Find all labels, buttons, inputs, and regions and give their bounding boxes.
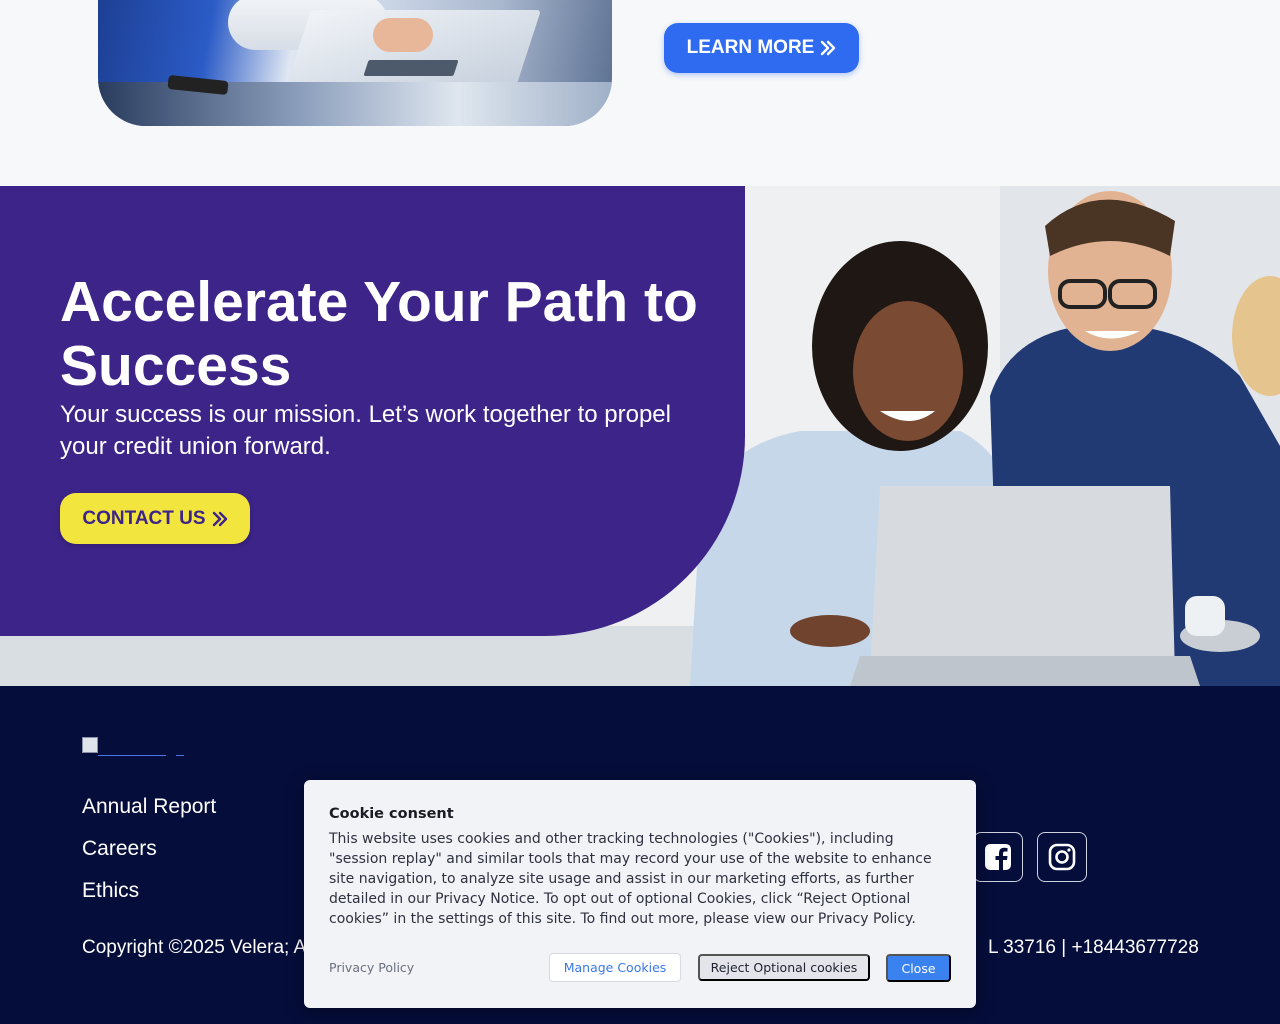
double-chevron-right-icon — [212, 511, 227, 526]
footer-link-ethics[interactable]: Ethics — [82, 878, 216, 920]
cookie-consent-body: This website uses cookies and other trac… — [329, 831, 932, 927]
contact-us-label: CONTACT US — [82, 507, 206, 529]
footer-links: Annual Report Careers Ethics — [82, 794, 216, 920]
hero-subtitle: Your success is our mission. Let’s work … — [60, 401, 671, 460]
facebook-icon — [985, 844, 1011, 871]
hero-section: Accelerate Your Path to Success Your suc… — [0, 186, 1280, 686]
hero-title: Accelerate Your Path to Success — [60, 270, 698, 398]
footer-link-annual-report[interactable]: Annual Report — [82, 794, 216, 836]
learn-more-label: LEARN MORE — [686, 37, 815, 58]
learn-more-button[interactable]: LEARN MORE — [664, 23, 859, 73]
privacy-policy-link[interactable]: Privacy Policy — [329, 960, 414, 975]
copyright-text: Copyright ©2025 Velera; All — [82, 937, 315, 958]
footer-link-careers[interactable]: Careers — [82, 836, 216, 878]
business-laptop-photo — [98, 0, 612, 126]
reject-optional-cookies-button[interactable]: Reject Optional cookies — [698, 954, 870, 981]
footer-logo-link[interactable] — [82, 737, 184, 757]
cookie-consent-title: Cookie consent — [329, 806, 454, 822]
close-button[interactable]: Close — [886, 954, 951, 982]
instagram-icon — [1048, 843, 1076, 871]
logo-link-underline — [176, 755, 184, 756]
cookie-consent-dialog: Cookie consent This website uses cookies… — [304, 780, 976, 1008]
facebook-social-button[interactable] — [973, 832, 1023, 882]
double-chevron-right-icon — [821, 40, 836, 56]
contact-us-button[interactable]: CONTACT US — [60, 493, 250, 544]
contact-address-phone: L 33716 | +18443677728 — [988, 937, 1199, 958]
manage-cookies-button[interactable]: Manage Cookies — [549, 953, 681, 982]
instagram-social-button[interactable] — [1037, 832, 1087, 882]
broken-image-icon — [82, 737, 98, 753]
top-section: LEARN MORE — [0, 0, 1280, 186]
logo-link-underline — [98, 755, 166, 756]
